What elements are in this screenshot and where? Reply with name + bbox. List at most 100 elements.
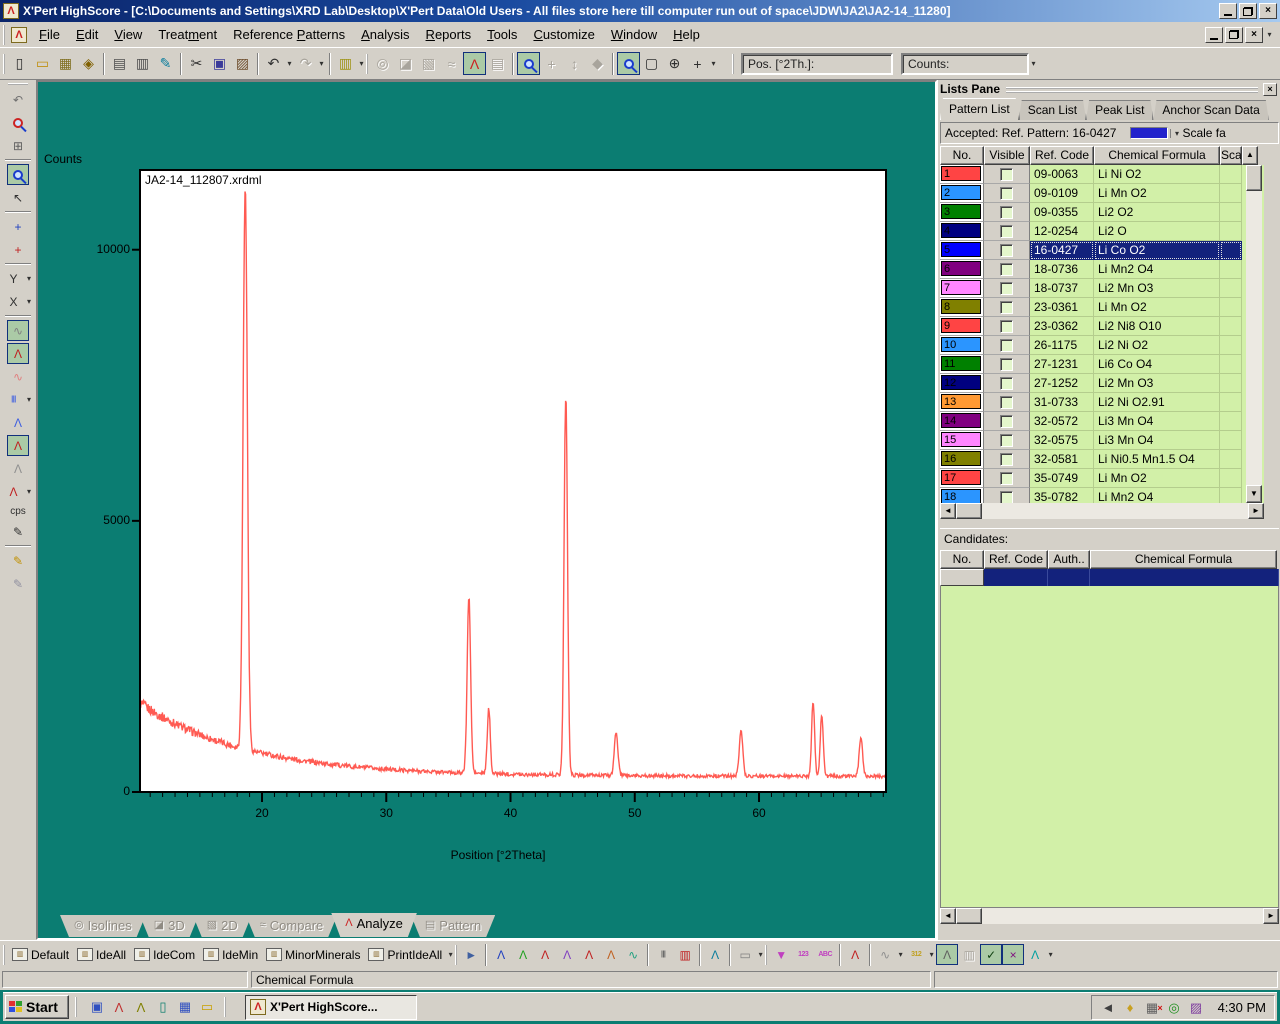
column-header-visible[interactable]: Visible — [984, 146, 1030, 165]
lists-pane-close-icon[interactable]: × — [1263, 83, 1277, 96]
dropdown-chevron-icon[interactable]: ▾ — [25, 487, 34, 496]
counts-field-chevron[interactable]: ▾ — [1029, 59, 1038, 68]
xpert-organizer-icon[interactable]: Λ — [108, 996, 130, 1018]
filter-icon[interactable]: ▼ — [770, 944, 792, 965]
pattern-list-hscrollbar[interactable]: ◄ ► — [940, 503, 1264, 519]
position-field[interactable]: Pos. [°2Th.]: — [741, 53, 893, 75]
pattern-settings-icon[interactable]: Λ — [704, 944, 726, 965]
candidates-header-ref-code[interactable]: Ref. Code — [984, 550, 1048, 569]
menu-window[interactable]: Window — [603, 27, 665, 42]
candidates-selected-row[interactable] — [940, 569, 1279, 586]
redo-icon[interactable]: ↷ — [294, 52, 317, 75]
view-tab-compare[interactable]: ≈Compare — [246, 915, 338, 937]
visible-checkbox[interactable] — [1000, 263, 1013, 276]
column-header-no-[interactable]: No. — [940, 146, 984, 165]
menu-reports[interactable]: Reports — [418, 27, 480, 42]
dropdown-chevron-icon[interactable]: ▾ — [25, 274, 34, 283]
candidates-header-auth-[interactable]: Auth.. — [1048, 550, 1090, 569]
paste-icon[interactable]: ▨ — [231, 52, 254, 75]
lists-pane-tab-scan-list[interactable]: Scan List — [1019, 100, 1086, 120]
hscroll-thumb[interactable] — [956, 908, 982, 924]
zoom-color-icon[interactable] — [7, 112, 29, 133]
import-data-icon[interactable]: ◈ — [77, 52, 100, 75]
pattern-row-32-0575[interactable]: 1532-0575Li3 Mn O4 — [940, 431, 1264, 450]
visible-checkbox[interactable] — [1000, 472, 1013, 485]
run-batch-icon[interactable]: ► — [460, 944, 482, 965]
axes-pan-icon[interactable]: ⊞ — [7, 135, 29, 156]
menubar-grip[interactable] — [3, 25, 8, 45]
disk-offline-icon[interactable]: ▦× — [1144, 999, 1161, 1016]
visible-checkbox[interactable] — [1000, 339, 1013, 352]
dropdown-chevron-icon[interactable]: ▾ — [25, 395, 34, 404]
scroll-right-icon[interactable]: ► — [1248, 503, 1264, 519]
fields-grip[interactable] — [732, 54, 737, 74]
insert-peak-icon[interactable]: Λ — [512, 944, 534, 965]
mdi-minimize-button[interactable] — [1205, 27, 1223, 43]
close-button[interactable]: × — [1259, 3, 1277, 19]
pattern-row-18-0736[interactable]: 618-0736Li Mn2 O4 — [940, 260, 1264, 279]
dropdown-chevron-icon[interactable]: ▾ — [1046, 950, 1055, 959]
menu-tools[interactable]: Tools — [479, 27, 525, 42]
fit-background-icon[interactable]: Λ — [556, 944, 578, 965]
quicklaunch-grip[interactable] — [75, 997, 80, 1017]
open-icon[interactable]: ▭ — [31, 52, 54, 75]
pattern-row-35-0782[interactable]: 1835-0782Li Mn2 O4 — [940, 488, 1264, 503]
pattern-row-31-0733[interactable]: 1331-0733Li2 Ni O2.91 — [940, 393, 1264, 412]
scroll-up-icon[interactable]: ▲ — [1242, 146, 1258, 165]
view-tab-pattern[interactable]: ▤Pattern — [411, 915, 495, 937]
simulate-pattern-icon[interactable]: ∿ — [874, 944, 896, 965]
visible-checkbox[interactable] — [1000, 206, 1013, 219]
visible-checkbox[interactable] — [1000, 244, 1013, 257]
slider-tool-icon[interactable]: ▭ — [734, 944, 756, 965]
pattern-row-26-1175[interactable]: 1026-1175Li2 Ni O2 — [940, 336, 1264, 355]
mdi-restore-button[interactable] — [1225, 27, 1243, 43]
page-setup-icon[interactable]: ✎ — [154, 52, 177, 75]
peaks-baseline-icon[interactable]: Λ — [3, 481, 25, 502]
sphere-view-icon[interactable]: ⊕ — [663, 52, 686, 75]
pattern-row-09-0355[interactable]: 309-0355Li2 O2 — [940, 203, 1264, 222]
column-header-chemical-formula[interactable]: Chemical Formula — [1094, 146, 1220, 165]
analyze-view-icon[interactable]: Λ — [463, 52, 486, 75]
accept-pattern-icon[interactable]: Λ — [936, 944, 958, 965]
document-icon[interactable]: Λ — [11, 27, 27, 43]
scroll-left-icon[interactable]: ◄ — [940, 503, 956, 519]
hscroll-thumb[interactable] — [956, 503, 982, 519]
zoom-select-icon[interactable] — [7, 164, 29, 185]
strip-kalpha2-icon[interactable]: Λ — [534, 944, 556, 965]
mdi-close-button[interactable]: × — [1245, 27, 1263, 43]
pattern-row-27-1252[interactable]: 1227-1252Li2 Mn O3 — [940, 374, 1264, 393]
brush-gold-icon[interactable]: ✎ — [7, 550, 29, 571]
documents-folder-icon[interactable]: ▭ — [196, 996, 218, 1018]
area-fill-icon[interactable]: Λ — [1024, 944, 1046, 965]
smooth-peaks-icon[interactable]: ∿ — [7, 366, 29, 387]
notes-icon[interactable]: ▯ — [152, 996, 174, 1018]
pattern-row-18-0737[interactable]: 718-0737Li2 Mn O3 — [940, 279, 1264, 298]
move-view-icon[interactable]: + — [686, 52, 709, 75]
vscroll-thumb[interactable] — [1246, 165, 1262, 191]
pattern-row-23-0361[interactable]: 823-0361Li Mn O2 — [940, 298, 1264, 317]
imaging-icon[interactable]: ▨ — [1188, 999, 1205, 1016]
batch-button-idemin[interactable]: ▥IdeMin — [199, 944, 262, 966]
search-match-icon[interactable]: Λ — [844, 944, 866, 965]
isolines-view-icon[interactable]: ◎ — [371, 52, 394, 75]
new-document-icon[interactable]: ▯ — [8, 52, 31, 75]
undo-icon[interactable]: ↶ — [262, 52, 285, 75]
visible-checkbox[interactable] — [1000, 225, 1013, 238]
data-collector-icon[interactable]: ▦ — [174, 996, 196, 1018]
search-peaks-icon[interactable]: Λ — [490, 944, 512, 965]
zoom-in-icon[interactable] — [517, 52, 540, 75]
menu-edit[interactable]: Edit — [68, 27, 106, 42]
agent-icon[interactable]: ♦ — [1122, 999, 1139, 1016]
lists-pane-tab-pattern-list[interactable]: Pattern List — [940, 98, 1019, 120]
print-preview-icon[interactable]: ▥ — [131, 52, 154, 75]
batch-button-printideall[interactable]: ▥PrintIdeAll — [364, 944, 446, 966]
toolbox-icon[interactable]: ▥ — [334, 52, 357, 75]
pattern-range-icon[interactable]: ∿ — [622, 944, 644, 965]
columns-icon[interactable]: ▥ — [958, 944, 980, 965]
counts-field[interactable]: Counts: — [901, 53, 1029, 75]
menu-file[interactable]: File — [31, 27, 68, 42]
dropdown-chevron-icon[interactable]: ▾ — [927, 950, 936, 959]
pattern-row-09-0109[interactable]: 209-0109Li Mn O2 — [940, 184, 1264, 203]
visible-checkbox[interactable] — [1000, 358, 1013, 371]
xpert-highscore-icon[interactable]: Λ — [130, 996, 152, 1018]
